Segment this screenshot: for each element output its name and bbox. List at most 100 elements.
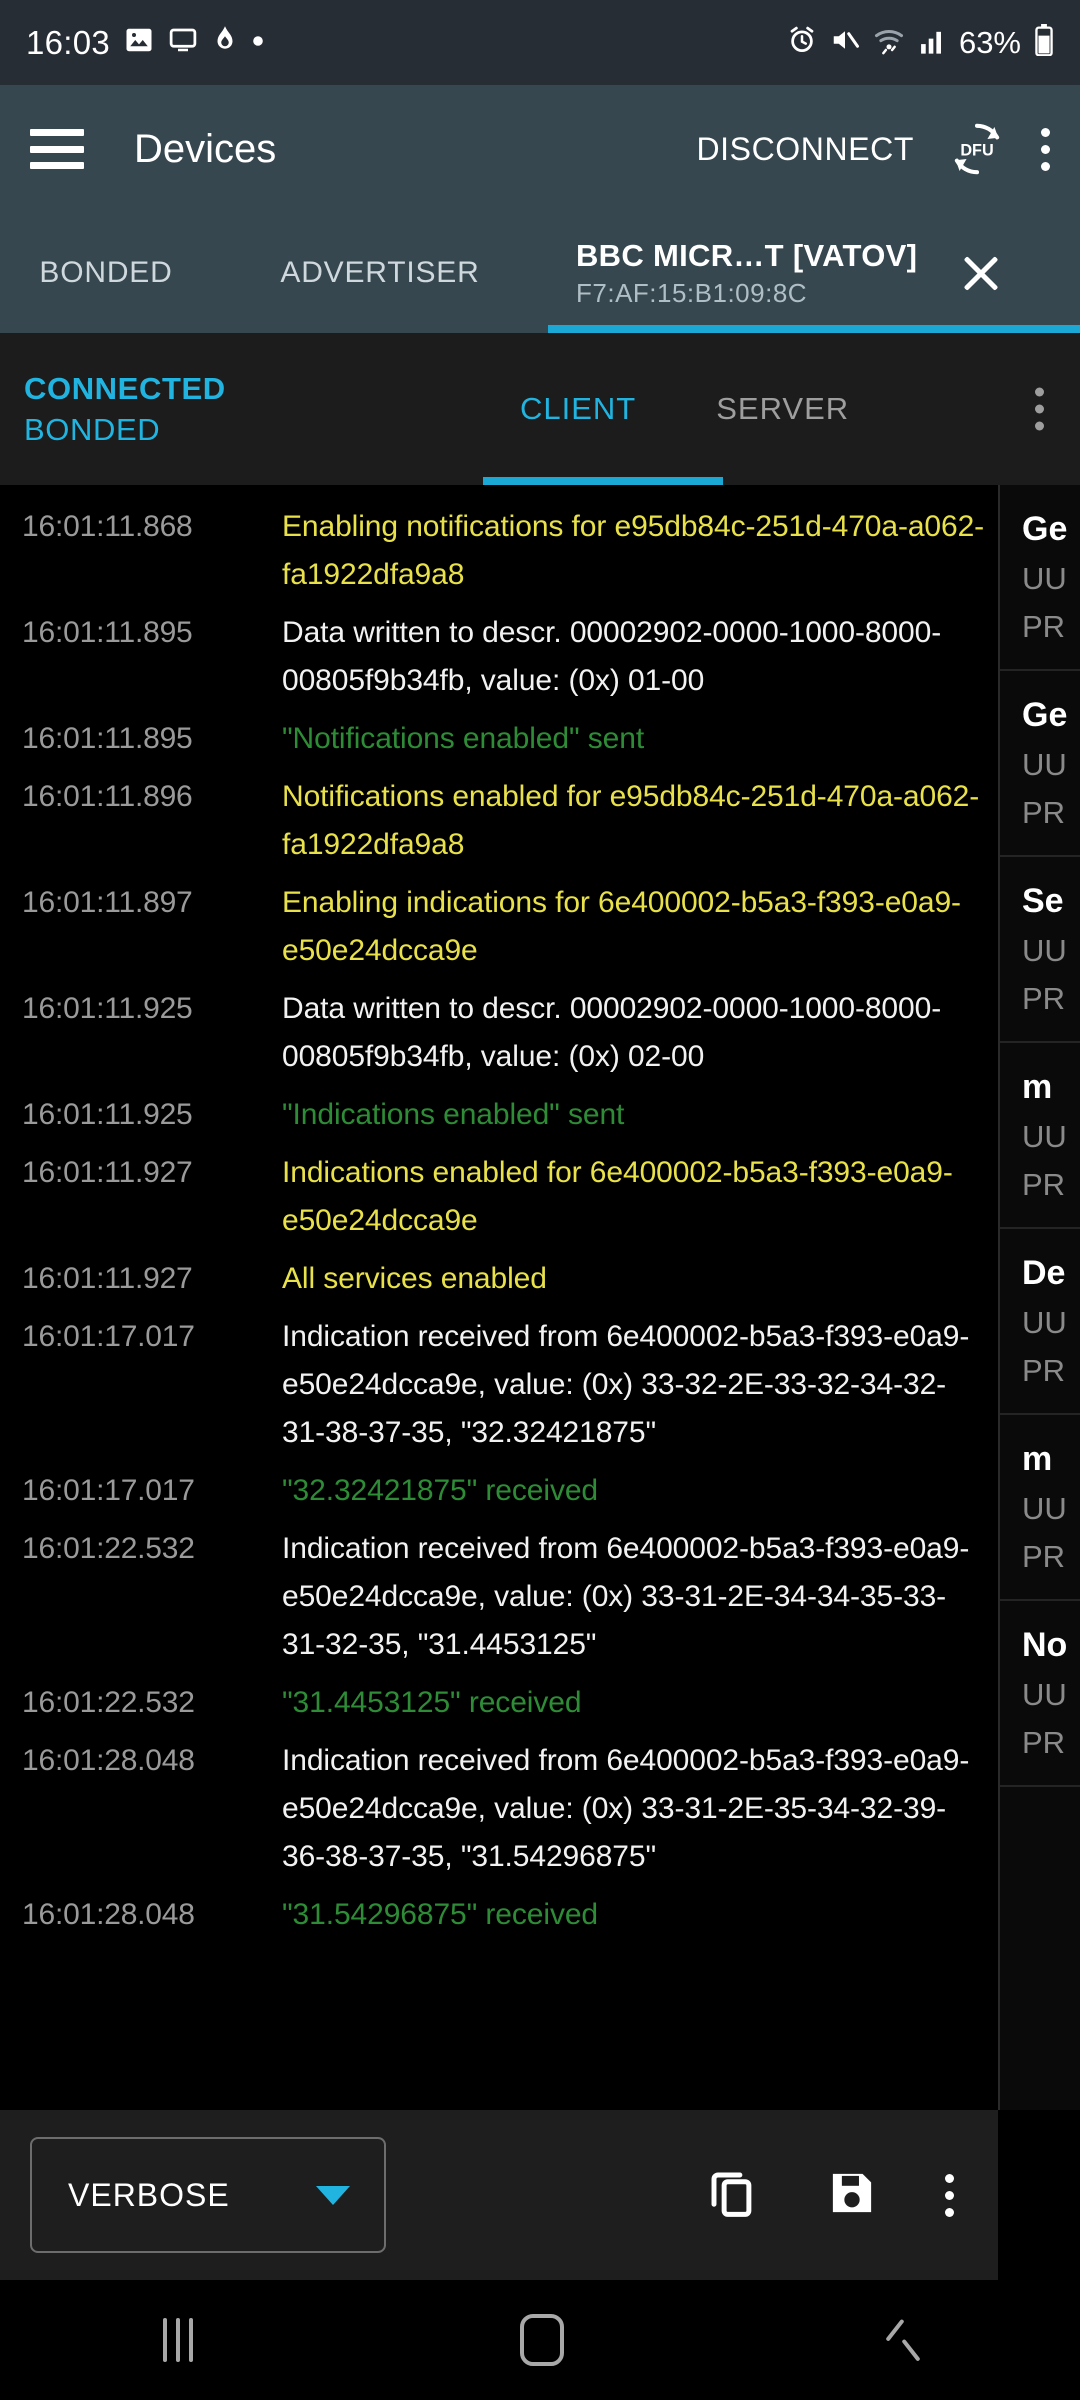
disconnect-button[interactable]: DISCONNECT [696, 131, 914, 168]
log-entry: 16:01:11.925 Data written to descr. 0000… [0, 985, 998, 1081]
connection-overflow-menu-icon[interactable] [1035, 380, 1044, 439]
log-timestamp: 16:01:28.048 [22, 1898, 195, 1931]
client-server-tabs: CLIENT SERVER [480, 333, 889, 485]
log-timestamp: 16:01:17.017 [22, 1320, 195, 1353]
log-entry: 16:01:11.897 Enabling indications for 6e… [0, 879, 998, 975]
battery-percent-label: 63% [958, 24, 1021, 60]
log-entry: 16:01:11.896 Notifications enabled for e… [0, 773, 998, 869]
log-entry: 16:01:11.895 Data written to descr. 0000… [0, 609, 998, 705]
log-message: Indication received from 6e400002-b5a3-f… [282, 1320, 970, 1449]
list-item[interactable]: Ge UU PR [1000, 671, 1080, 857]
log-message: "31.54296875" received [282, 1898, 599, 1931]
client-tab-indicator [483, 477, 723, 485]
home-icon[interactable] [519, 2314, 564, 2366]
log-message: Data written to descr. 00002902-0000-100… [282, 616, 942, 697]
log-entry: 16:01:28.048 Indication received from 6e… [0, 1737, 998, 1881]
dfu-icon[interactable]: DFU [948, 120, 1006, 178]
device-mac-address: F7:AF:15:B1:09:8C [576, 277, 808, 308]
log-toolbar: VERBOSE [0, 2110, 998, 2280]
log-timestamp: 16:01:17.017 [22, 1474, 195, 1507]
connection-bar: CONNECTED BONDED CLIENT SERVER [0, 333, 1080, 485]
wifi-icon [873, 25, 905, 60]
log-list[interactable]: 16:01:11.868 Enabling notifications for … [0, 485, 998, 2110]
list-item[interactable]: De UU PR [1000, 1229, 1080, 1415]
status-badge-connected: CONNECTED [24, 370, 226, 406]
service-name: Ge [1022, 510, 1068, 548]
services-list[interactable]: Ge UU PR Ge UU PR Se UU PR m UU PR De UU [998, 485, 1080, 2110]
page-title: Devices [134, 126, 277, 171]
log-entry: 16:01:11.927 All services enabled [0, 1255, 998, 1303]
log-entry: 16:01:22.532 Indication received from 6e… [0, 1525, 998, 1669]
connection-status: CONNECTED BONDED [24, 371, 226, 448]
tab-server[interactable]: SERVER [676, 333, 889, 485]
service-name: No [1022, 1626, 1068, 1664]
status-bar-clock: 16:03 [26, 23, 111, 61]
log-timestamp: 16:01:11.927 [22, 1262, 193, 1295]
signal-icon [918, 25, 946, 60]
service-uuid: UU [1022, 933, 1067, 968]
service-uuid: UU [1022, 747, 1067, 782]
log-message: "31.4453125" received [282, 1686, 582, 1719]
list-item[interactable]: No UU PR [1000, 1601, 1080, 1787]
close-icon[interactable] [955, 247, 1007, 299]
service-type: PR [1022, 981, 1066, 1016]
chevron-down-icon [316, 2185, 350, 2205]
service-uuid: UU [1022, 1677, 1067, 1712]
log-entry: 16:01:11.925 "Indications enabled" sent [0, 1091, 998, 1139]
device-tab-bar: BONDED ADVERTISER BBC MICR…T [VATOV] F7:… [0, 213, 1080, 333]
log-message: Indication received from 6e400002-b5a3-f… [282, 1532, 970, 1661]
log-entry: 16:01:11.868 Enabling notifications for … [0, 503, 998, 599]
alarm-icon [787, 25, 817, 60]
log-message: Notifications enabled for e95db84c-251d-… [282, 780, 980, 861]
status-badge-bonded: BONDED [24, 411, 161, 447]
tab-connected-device[interactable]: BBC MICR…T [VATOV] F7:AF:15:B1:09:8C [548, 213, 1080, 333]
list-item[interactable]: m UU PR [1000, 1043, 1080, 1229]
svg-text:DFU: DFU [960, 142, 993, 160]
save-icon[interactable] [825, 2166, 879, 2225]
device-name: BBC MICR…T [VATOV] [576, 237, 918, 273]
back-icon[interactable] [891, 2318, 917, 2362]
app-bar-actions: DISCONNECT DFU [696, 120, 1050, 178]
toolbar-overflow-menu-icon[interactable] [945, 2166, 954, 2225]
service-uuid: UU [1022, 561, 1067, 596]
service-type: PR [1022, 1539, 1066, 1574]
log-level-label: VERBOSE [68, 2176, 230, 2213]
service-type: PR [1022, 609, 1066, 644]
list-item[interactable]: Se UU PR [1000, 857, 1080, 1043]
log-timestamp: 16:01:11.897 [22, 886, 193, 919]
tab-bonded[interactable]: BONDED [0, 213, 212, 333]
status-bar-left: 16:03 [26, 24, 264, 62]
log-message: Indications enabled for 6e400002-b5a3-f3… [282, 1156, 953, 1237]
tab-advertiser[interactable]: ADVERTISER [212, 213, 548, 333]
battery-icon [1034, 24, 1054, 61]
list-item[interactable]: m UU PR [1000, 1415, 1080, 1601]
service-uuid: UU [1022, 1119, 1067, 1154]
monitor-icon [168, 25, 198, 60]
service-uuid: UU [1022, 1305, 1067, 1340]
log-entry: 16:01:11.895 "Notifications enabled" sen… [0, 715, 998, 763]
overflow-menu-icon[interactable] [1040, 127, 1050, 171]
log-message: All services enabled [282, 1262, 547, 1295]
dot-icon [252, 34, 264, 52]
recents-icon[interactable] [163, 2318, 194, 2362]
status-bar-right: 63% [787, 24, 1054, 61]
list-item[interactable]: Ge UU PR [1000, 485, 1080, 671]
log-message: Enabling indications for 6e400002-b5a3-f… [282, 886, 961, 967]
log-entry: 16:01:22.532 "31.4453125" received [0, 1679, 998, 1727]
copy-icon[interactable] [705, 2166, 759, 2225]
log-timestamp: 16:01:22.532 [22, 1532, 195, 1565]
hamburger-menu-icon[interactable] [30, 129, 84, 169]
log-entry: 16:01:28.048 "31.54296875" received [0, 1891, 998, 1939]
log-level-dropdown[interactable]: VERBOSE [30, 2137, 386, 2253]
image-icon [124, 25, 154, 60]
log-timestamp: 16:01:11.868 [22, 510, 193, 543]
log-message: Enabling notifications for e95db84c-251d… [282, 510, 985, 591]
log-message: "Notifications enabled" sent [282, 722, 645, 755]
log-entry: 16:01:17.017 Indication received from 6e… [0, 1313, 998, 1457]
mute-icon [830, 25, 860, 60]
active-tab-indicator [548, 325, 1080, 333]
log-entry: 16:01:17.017 "32.32421875" received [0, 1467, 998, 1515]
log-timestamp: 16:01:28.048 [22, 1744, 195, 1777]
content-area: 16:01:11.868 Enabling notifications for … [0, 485, 1080, 2110]
tab-client[interactable]: CLIENT [480, 333, 676, 485]
